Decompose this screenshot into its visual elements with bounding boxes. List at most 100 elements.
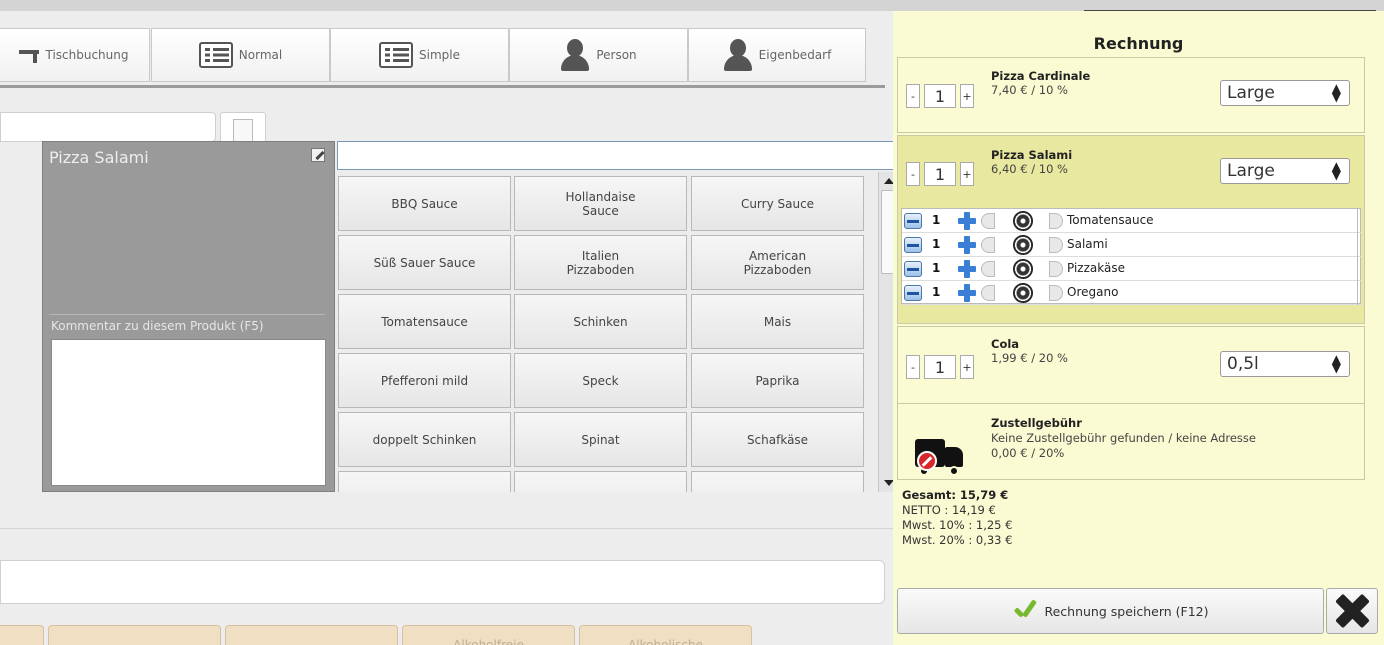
remove-ingredient-button[interactable] [904, 285, 922, 301]
save-invoice-button[interactable]: Rechnung speichern (F12) [897, 588, 1324, 634]
normal-button[interactable]: Normal [151, 28, 330, 82]
document-icon [233, 119, 253, 143]
extra-button[interactable]: BBQ Sauce [338, 176, 511, 231]
right-half-icon[interactable] [1049, 213, 1063, 229]
remove-ingredient-button[interactable] [904, 261, 922, 277]
extras-search-input[interactable] [338, 142, 899, 169]
extra-button[interactable]: Paprika [691, 353, 864, 408]
extra-button[interactable]: doppelt Schinken [338, 412, 511, 467]
remove-ingredient-button[interactable] [904, 213, 922, 229]
size-select[interactable]: Large ▲ ▼ [1220, 80, 1350, 106]
person-icon [723, 39, 753, 71]
save-invoice-label: Rechnung speichern (F12) [1044, 603, 1209, 619]
tischbuchung-label: Tischbuchung [45, 48, 129, 62]
product-title: Pizza Salami [49, 148, 149, 167]
category-button[interactable] [0, 625, 44, 645]
left-half-icon[interactable] [981, 237, 995, 253]
quantity-value[interactable]: 1 [924, 355, 956, 379]
note-input[interactable] [0, 560, 885, 604]
extra-button[interactable]: Mais [691, 294, 864, 349]
right-half-icon[interactable] [1049, 261, 1063, 277]
simple-label: Simple [419, 48, 460, 62]
comment-textarea[interactable] [51, 339, 326, 486]
extra-button[interactable]: Tomatensauce [338, 294, 511, 349]
left-half-icon[interactable] [981, 213, 995, 229]
tischbuchung-button[interactable]: Tischbuchung [0, 28, 150, 82]
divider [49, 314, 325, 315]
whole-pizza-icon[interactable] [1013, 211, 1033, 231]
extra-button[interactable]: American Pizzaboden [691, 235, 864, 290]
right-half-icon[interactable] [1049, 285, 1063, 301]
category-alkoholische[interactable]: Alkoholische [579, 625, 752, 645]
simple-button[interactable]: Simple [330, 28, 509, 82]
edit-icon[interactable] [311, 148, 325, 162]
extra-button[interactable] [691, 471, 864, 492]
right-half-icon[interactable] [1049, 237, 1063, 253]
extra-button[interactable]: Italien Pizzaboden [514, 235, 687, 290]
item-name: Pizza Salami [991, 148, 1073, 162]
remove-ingredient-button[interactable] [904, 237, 922, 253]
category-button[interactable] [48, 625, 221, 645]
eigenbedarf-button[interactable]: Eigenbedarf [688, 28, 866, 82]
item-price: 1,99 € / 20 % [991, 351, 1068, 365]
invoice-item[interactable]: - 1 + Pizza Cardinale 7,40 € / 10 % Larg… [897, 57, 1365, 133]
extra-button[interactable]: Pfefferoni mild [338, 353, 511, 408]
add-ingredient-icon[interactable] [958, 212, 976, 230]
increase-button[interactable]: + [960, 355, 974, 379]
extras-search-field[interactable] [337, 141, 900, 170]
quantity-value[interactable]: 1 [924, 84, 956, 108]
divider [1357, 209, 1358, 233]
close-icon [1335, 594, 1369, 628]
decrease-button[interactable]: - [906, 84, 920, 108]
size-select[interactable]: 0,5l ▲ ▼ [1220, 351, 1350, 377]
ingredient-row: 1 Oregano [902, 281, 1362, 305]
add-ingredient-icon[interactable] [958, 260, 976, 278]
whole-pizza-icon[interactable] [1013, 259, 1033, 279]
decrease-button[interactable]: - [906, 162, 920, 186]
ingredient-count: 1 [932, 213, 941, 227]
extra-button[interactable]: Spinat [514, 412, 687, 467]
extra-button[interactable]: Curry Sauce [691, 176, 864, 231]
extra-button[interactable]: Schinken [514, 294, 687, 349]
list-icon [379, 42, 413, 68]
increase-button[interactable]: + [960, 162, 974, 186]
increase-button[interactable]: + [960, 84, 974, 108]
ingredient-name: Tomatensauce [1067, 213, 1154, 227]
person-button[interactable]: Person [509, 28, 688, 82]
extra-button[interactable]: Schafkäse [691, 412, 864, 467]
extra-button[interactable] [338, 471, 511, 492]
category-alkoholfreie[interactable]: Alkoholfreie [402, 625, 575, 645]
extra-button[interactable]: Hollandaise Sauce [514, 176, 687, 231]
add-ingredient-icon[interactable] [958, 284, 976, 302]
size-value: Large [1227, 83, 1275, 103]
ingredients-table: 1 Tomatensauce 1 Salami 1 Pizzakäse 1 Or… [901, 208, 1362, 305]
left-half-icon[interactable] [981, 261, 995, 277]
category-button[interactable] [225, 625, 398, 645]
tax-10: Mwst. 10% : 1,25 € [902, 518, 1013, 532]
list-icon [198, 42, 233, 68]
divider [1357, 233, 1358, 257]
invoice-item[interactable]: - 1 + Cola 1,99 € / 20 % 0,5l ▲ ▼ [897, 326, 1365, 404]
size-value: Large [1227, 161, 1275, 181]
left-half-icon[interactable] [981, 285, 995, 301]
add-ingredient-icon[interactable] [958, 236, 976, 254]
total-net: NETTO : 14,19 € [902, 503, 996, 517]
item-price: 6,40 € / 10 % [991, 162, 1068, 176]
size-select[interactable]: Large ▲ ▼ [1220, 158, 1350, 184]
close-button[interactable] [1326, 588, 1378, 634]
product-search-input[interactable] [0, 112, 216, 142]
extra-button[interactable]: Süß Sauer Sauce [338, 235, 511, 290]
ingredient-count: 1 [932, 285, 941, 299]
extra-button[interactable]: Speck [514, 353, 687, 408]
extra-button[interactable] [514, 471, 687, 492]
divider [0, 528, 893, 529]
comment-label: Kommentar zu diesem Produkt (F5) [51, 319, 264, 333]
decrease-button[interactable]: - [906, 355, 920, 379]
quantity-value[interactable]: 1 [924, 162, 956, 186]
ingredient-name: Salami [1067, 237, 1108, 251]
invoice-title: Rechnung [1093, 34, 1184, 53]
size-value: 0,5l [1227, 354, 1259, 374]
whole-pizza-icon[interactable] [1013, 283, 1033, 303]
whole-pizza-icon[interactable] [1013, 235, 1033, 255]
invoice-panel: Rechnung - 1 + Pizza Cardinale 7,40 € / … [893, 11, 1384, 645]
